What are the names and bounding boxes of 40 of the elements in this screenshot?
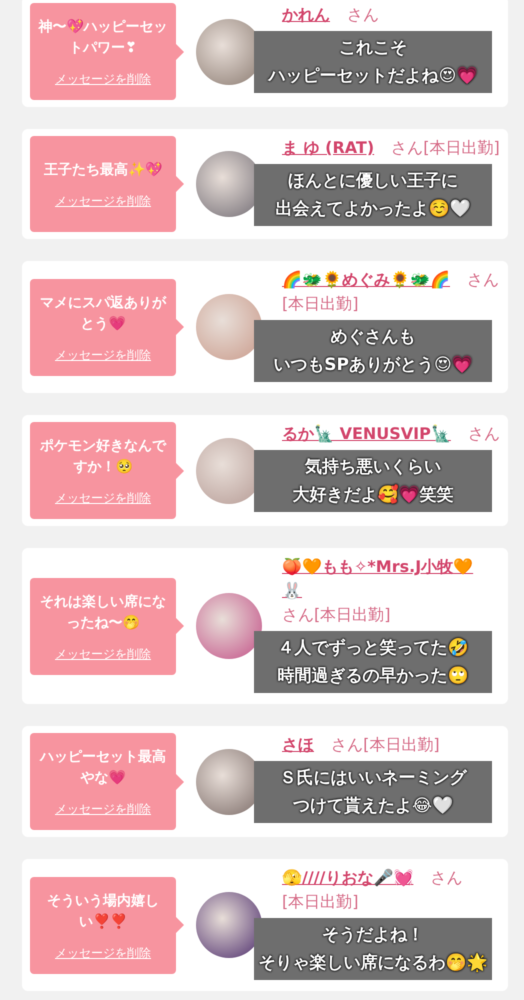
caption-text: そうだよね！ [322,924,424,947]
caption-text: つけて貰えたよ😂🤍 [293,795,453,818]
cast-name-link[interactable]: るか🗽 VENUSVIP🗽 [282,422,451,446]
status-text: [本日出勤] [423,137,500,159]
cast-name-link[interactable]: 🌈🐲🌻めぐみ🌻🐲🌈 [282,268,450,292]
cast-name-link[interactable]: かれん [282,3,330,27]
caption-text: ほんとに優しい王子に [288,170,458,193]
status-text: [本日出勤] [314,604,390,626]
message-text: それは楽しい席になったね〜🤭 [39,592,167,632]
caption-text: 出会えてよかったよ☺🤍 [276,198,470,221]
caption-text: ４人でずっと笑ってた🤣 [278,637,468,660]
caption-text: Ｓ氏にはいいネーミング [280,767,466,790]
honorific-text: さん [467,269,500,291]
message-text: そういう場内嬉しい❣❣ [46,892,160,932]
cast-name-link[interactable]: ま ゆ (RAT) [282,136,374,160]
honorific-text: さん [468,423,500,445]
cast-name-link[interactable]: 🍑🧡もも✧*Mrs.J小牧🧡🐰 [282,555,488,603]
status-text: [本日出勤] [282,891,358,913]
message-text: ハッピーセット最高やな💗 [38,748,167,788]
honorific-text: さん [430,867,462,889]
message-text: マメにスパ返ありがとう💗 [39,294,168,334]
status-text: [本日出勤] [363,734,440,756]
cast-name-link[interactable]: さほ [282,733,314,757]
caption-text: 時間過ぎるの早かった🙄 [278,665,468,688]
message-text: ポケモン好きなんですか！🥺 [39,437,168,477]
honorific-text: さん [391,137,424,159]
caption-text: 大好きだよ🥰💗笑笑 [292,483,454,507]
caption-text: めぐさんも [330,326,416,349]
caption-text: ハッピーセットだよね😍💗 [268,65,478,88]
caption-text: 気持ち悪いくらい [305,456,441,479]
honorific-text: さん [331,734,364,756]
caption-text: いつもSPありがとう😍💗 [273,354,473,377]
honorific-text: さん [347,4,380,26]
caption-text: そりゃ楽しい席になるわ🤭🌟 [258,952,488,975]
cast-name-link[interactable]: 🫣////りおな🎤💓 [282,866,414,890]
status-text: [本日出勤] [282,293,358,315]
message-text: 王子たち最高✨💖 [44,160,162,180]
message-text: 神〜💖ハッピーセットパワー❣ [37,18,168,58]
honorific-text: さん [282,604,314,626]
caption-text: これこそ [339,37,407,60]
